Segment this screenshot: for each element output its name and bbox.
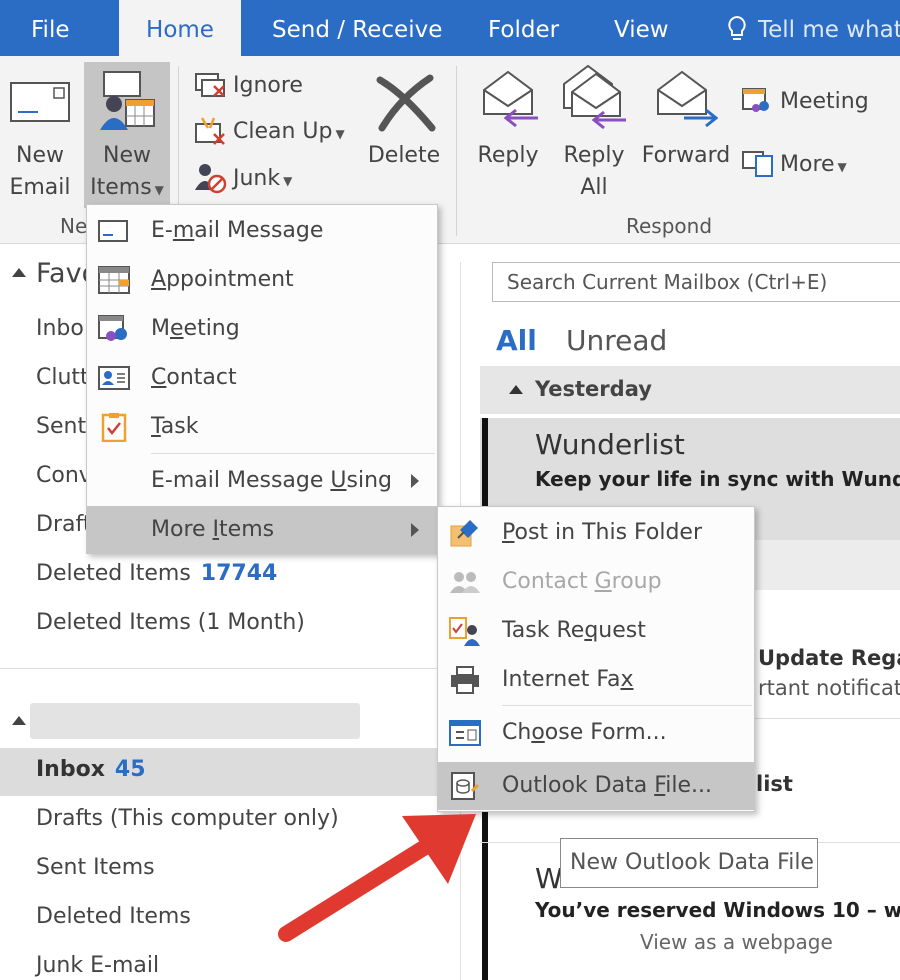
mail-sender: W: [535, 862, 563, 895]
tell-me-search[interactable]: Tell me what: [758, 0, 900, 56]
reply-all-label-2: All: [580, 175, 608, 200]
mail-subject: list: [756, 772, 793, 796]
email-message-icon: [98, 220, 128, 242]
menu-email-message[interactable]: E-mail Message: [87, 207, 437, 255]
nav-deleted-items-2[interactable]: Deleted Items: [36, 904, 191, 929]
tooltip-new-outlook-data-file: New Outlook Data File: [560, 838, 818, 888]
contact-card-icon: [98, 366, 130, 390]
menu-contact-group[interactable]: Contact Group: [438, 558, 754, 606]
nav-drafts-fav[interactable]: Draft: [36, 512, 91, 537]
reply-all-icon: [563, 64, 626, 130]
menu-meeting[interactable]: Meeting: [87, 305, 437, 353]
group-yesterday-label: Yesterday: [535, 377, 652, 401]
new-items-menu: E-mail Message Appointment Meeting Conta…: [86, 204, 438, 554]
account-name-redacted[interactable]: [30, 703, 360, 739]
mail-subject: Keep your life in sync with Wunde: [535, 467, 900, 491]
menu-separator: [502, 705, 752, 706]
fax-printer-icon: [451, 666, 479, 694]
nav-sent-items[interactable]: Sent Items: [36, 855, 155, 880]
nav-conversation[interactable]: Conv: [36, 463, 92, 488]
reply-icon: [483, 70, 538, 128]
forward-icon: [657, 70, 718, 128]
delete-label: Delete: [367, 143, 441, 168]
deleted-count-badge: 17744: [200, 561, 278, 586]
nav-deleted-month[interactable]: Deleted Items (1 Month): [36, 610, 305, 635]
meeting-icon: [98, 315, 127, 341]
junk-label: Junk ▼: [233, 166, 293, 191]
tab-send-receive[interactable]: Send / Receive: [272, 0, 442, 56]
ignore-icon: [195, 73, 225, 97]
data-file-icon: [451, 772, 480, 800]
filter-unread[interactable]: Unread: [566, 324, 667, 357]
ribbon-divider: [456, 66, 457, 236]
respond-group-label: Respond: [626, 214, 713, 238]
nav-deleted-items[interactable]: Deleted Items 17744: [36, 561, 277, 586]
delete-x-icon: [376, 74, 436, 132]
menu-appointment[interactable]: Appointment: [87, 256, 437, 304]
task-request-icon: [449, 617, 480, 646]
task-clipboard-icon: [101, 413, 127, 442]
menu-more-items[interactable]: More Items: [87, 506, 437, 554]
new-items-label-2: Items ▼: [90, 175, 164, 200]
nav-inbox-fav[interactable]: Inbo: [36, 316, 84, 341]
submenu-arrow-icon: [411, 474, 419, 488]
collapse-triangle-icon[interactable]: [509, 385, 523, 394]
collapse-triangle-icon[interactable]: [12, 268, 26, 277]
more-label: More ▼: [780, 152, 847, 177]
menu-post-in-folder[interactable]: Post in This Folder: [438, 509, 754, 557]
menu-email-message-using[interactable]: E-mail Message Using: [87, 457, 437, 505]
ribbon-tab-bar: File Home Send / Receive Folder View Tel…: [0, 0, 900, 56]
new-items-label-1: New: [103, 143, 151, 168]
annotation-arrow-icon: [278, 814, 476, 942]
reply-label: Reply: [477, 143, 539, 168]
search-mailbox-input[interactable]: Search Current Mailbox (Ctrl+E): [492, 262, 900, 302]
tab-file[interactable]: File: [31, 0, 70, 56]
tab-folder[interactable]: Folder: [488, 0, 559, 56]
clean-up-label: Clean Up ▼: [233, 119, 345, 144]
filter-all[interactable]: All: [496, 324, 537, 357]
menu-choose-form[interactable]: Choose Form...: [438, 709, 754, 757]
mail-subject: You’ve reserved Windows 10 – wh: [535, 898, 900, 922]
mail-subject: Update Regar: [758, 646, 900, 670]
contact-group-icon: [450, 572, 480, 593]
nav-inbox[interactable]: Inbox 45: [36, 757, 146, 782]
junk-icon: [195, 164, 227, 194]
menu-separator: [151, 453, 435, 454]
forward-label: Forward: [641, 143, 731, 168]
reply-all-label-1: Reply: [563, 143, 625, 168]
tab-home[interactable]: Home: [119, 0, 241, 56]
new-items-icon: [100, 71, 155, 130]
lightbulb-icon: [728, 15, 746, 40]
new-email-label-2: Email: [9, 175, 71, 200]
envelope-icon: [10, 82, 70, 122]
calendar-icon: [98, 266, 130, 294]
menu-internet-fax[interactable]: Internet Fax: [438, 656, 754, 704]
meeting-icon: [742, 88, 769, 112]
ignore-label: Ignore: [233, 73, 303, 98]
more-icon: [742, 151, 773, 177]
post-pin-icon: [450, 520, 478, 547]
menu-task[interactable]: Task: [87, 403, 437, 451]
nav-divider: [0, 668, 460, 669]
tab-view[interactable]: View: [614, 0, 669, 56]
nav-sent-fav[interactable]: Sent: [36, 414, 86, 439]
new-email-label-1: New: [16, 143, 64, 168]
meeting-label: Meeting: [780, 89, 869, 114]
collapse-triangle-icon[interactable]: [12, 716, 26, 725]
nav-clutter[interactable]: Clutt: [36, 365, 89, 390]
nav-junk-email[interactable]: Junk E-mail: [36, 953, 159, 978]
mail-sender: Wunderlist: [535, 428, 685, 461]
mail-preview: rtant notificat: [758, 676, 900, 700]
clean-up-icon: [195, 117, 225, 145]
menu-contact[interactable]: Contact: [87, 354, 437, 402]
form-icon: [449, 720, 481, 746]
view-as-webpage-link[interactable]: View as a webpage: [640, 930, 833, 954]
submenu-arrow-icon: [411, 523, 419, 537]
new-group-label: Ne: [60, 214, 88, 238]
inbox-count-badge: 45: [114, 757, 146, 782]
more-items-submenu: Post in This Folder Contact Group Task R…: [437, 506, 755, 812]
menu-task-request[interactable]: Task Request: [438, 607, 754, 655]
